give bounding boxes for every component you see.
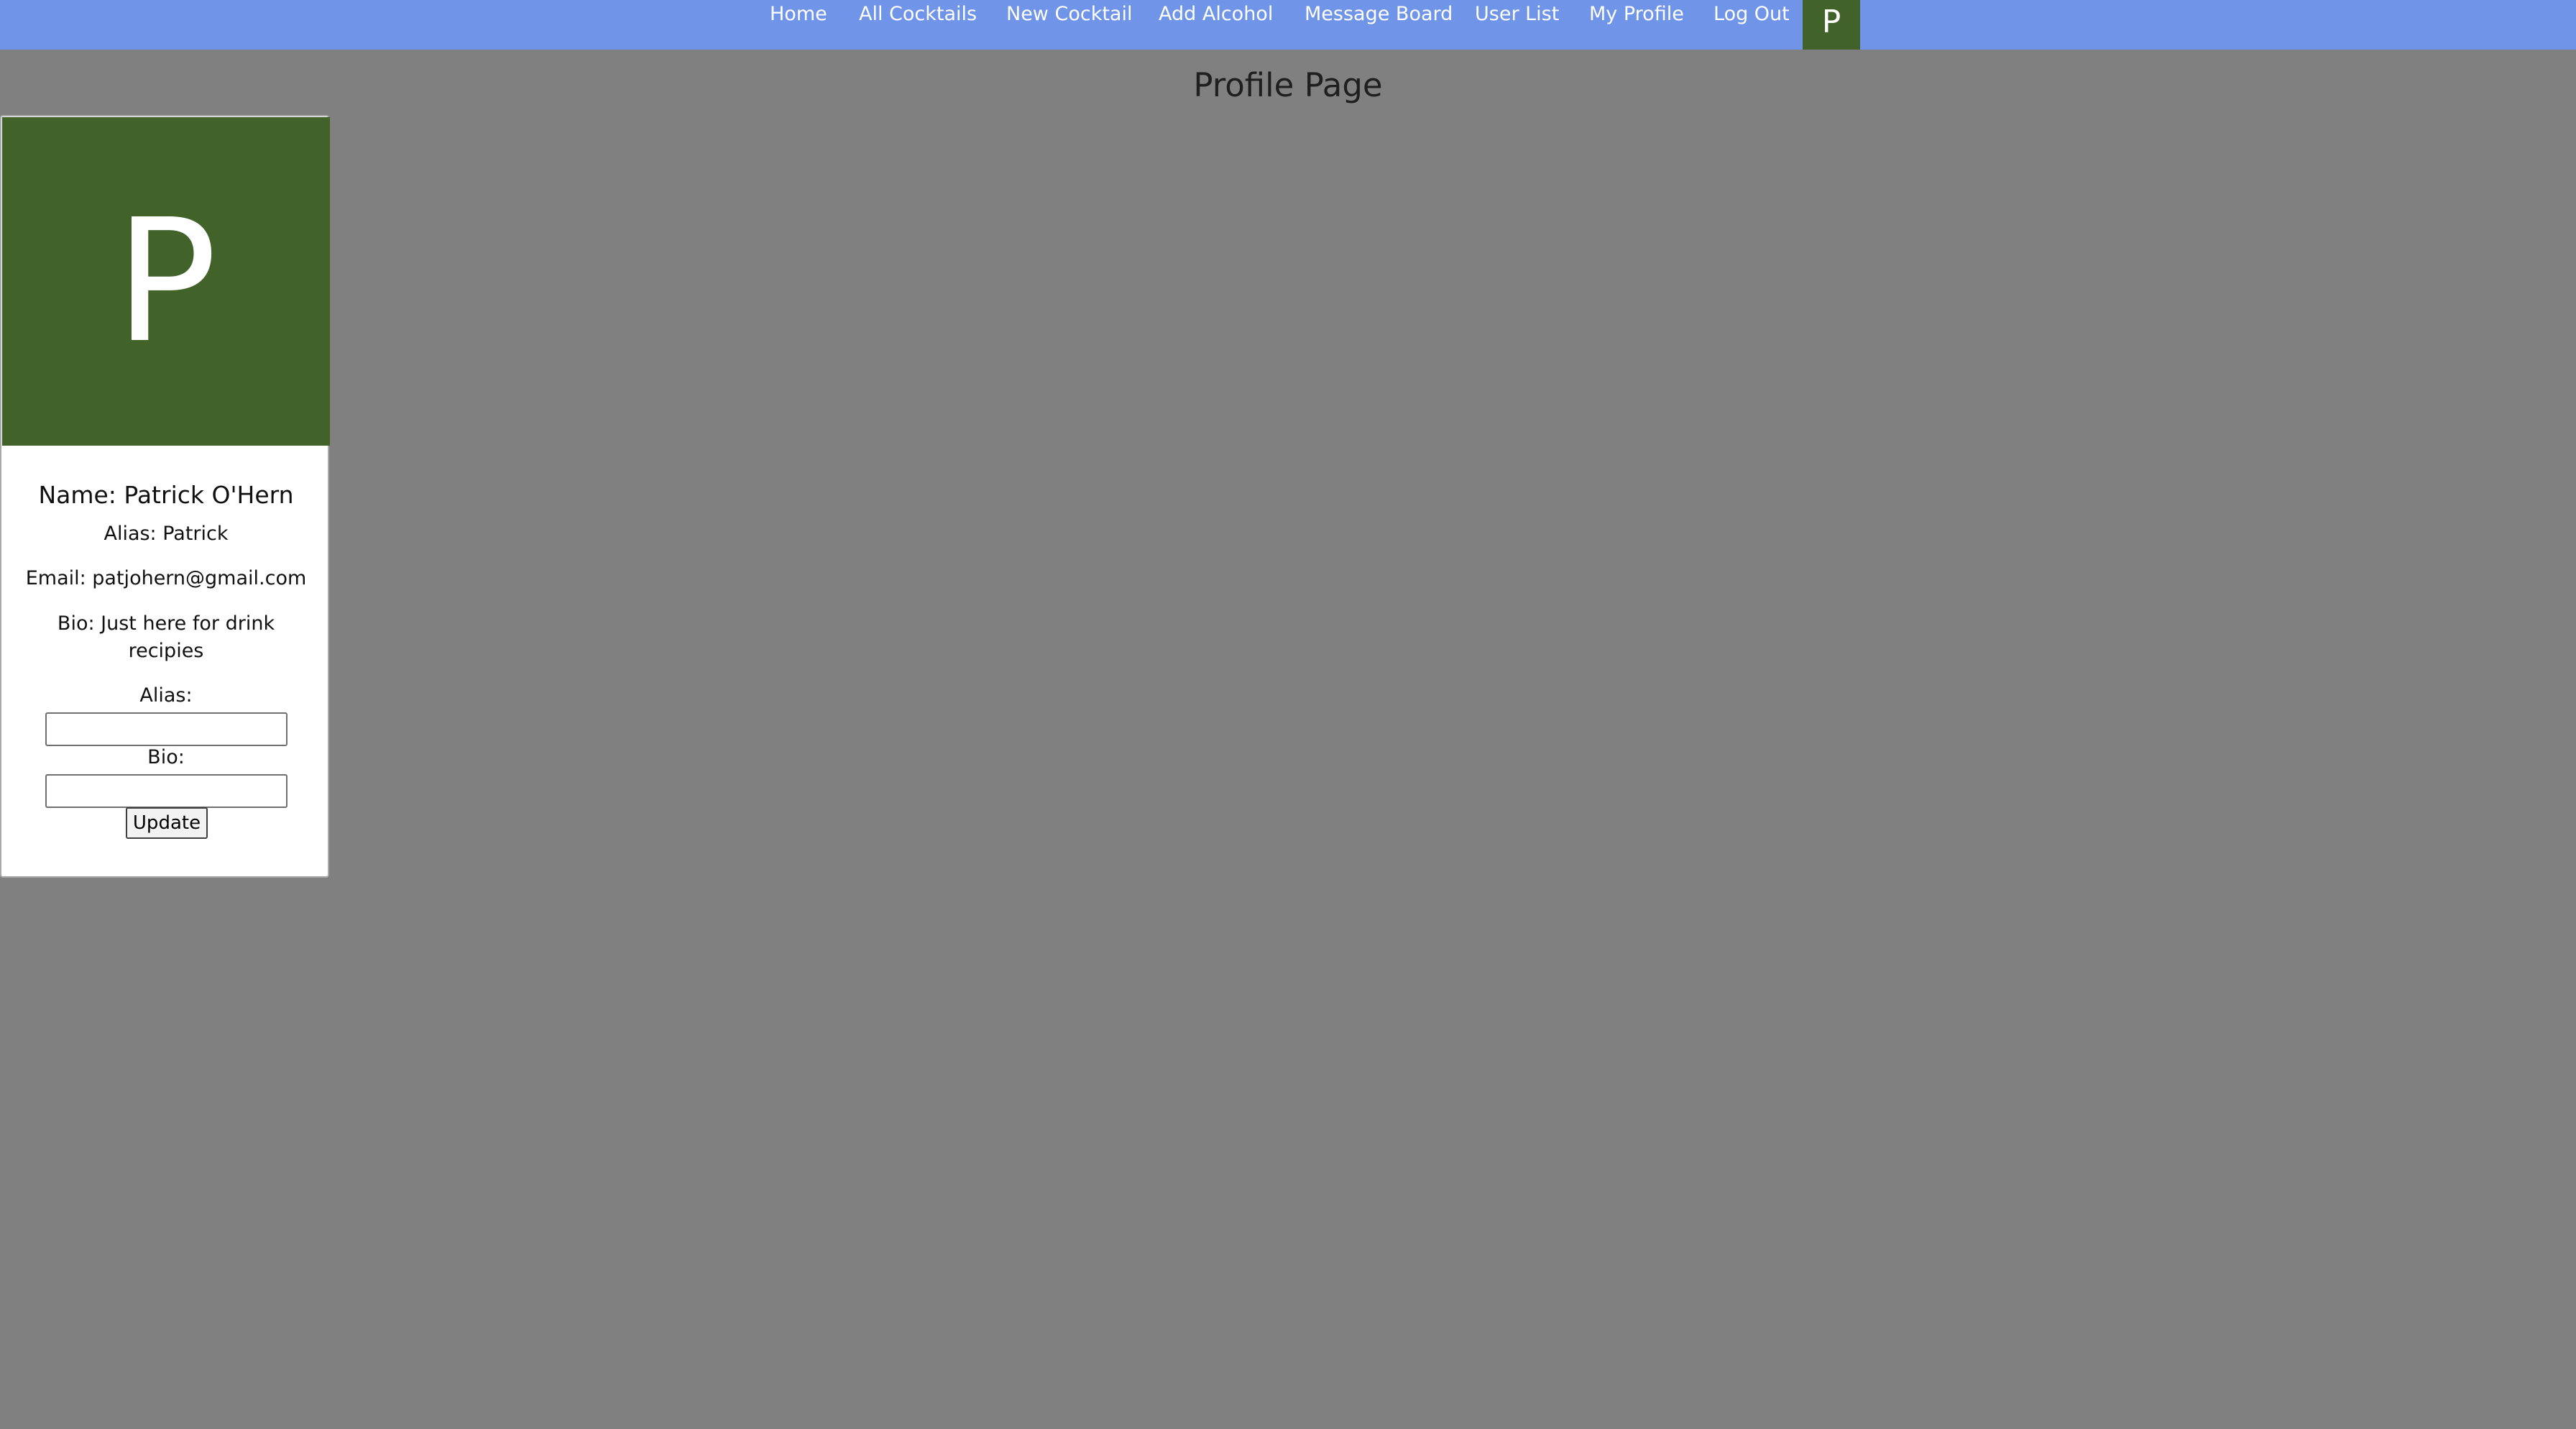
- bio-field-label: Bio:: [147, 746, 185, 768]
- alias-field-label: Alias:: [139, 684, 193, 707]
- nav-item-user-list[interactable]: User List: [1475, 1, 1559, 27]
- profile-bio: Bio: Just here for drink recipies: [57, 612, 275, 662]
- nav-user-avatar[interactable]: P: [1803, 0, 1860, 50]
- profile-email: Email: patjohern@gmail.com: [25, 567, 307, 589]
- nav-item-message-board[interactable]: Message Board: [1305, 1, 1453, 27]
- nav-item-my-profile[interactable]: My Profile: [1589, 1, 1684, 27]
- nav-links: Home All Cocktails New Cocktail Add Alco…: [0, 0, 2576, 50]
- profile-alias: Alias: Patrick: [104, 523, 229, 545]
- update-button[interactable]: Update: [126, 807, 208, 839]
- nav-item-home[interactable]: Home: [770, 1, 827, 27]
- page-title: Profile Page: [1193, 66, 1383, 104]
- alias-input[interactable]: [45, 712, 288, 746]
- bio-input[interactable]: [45, 774, 288, 808]
- profile-card: P Name: Patrick O'Hern Alias: Patrick Em…: [0, 115, 330, 878]
- profile-name: Name: Patrick O'Hern: [38, 481, 294, 509]
- profile-avatar: P: [2, 117, 330, 446]
- nav-item-new-cocktail[interactable]: New Cocktail: [1006, 1, 1132, 27]
- nav-item-log-out[interactable]: Log Out: [1714, 1, 1790, 27]
- nav-item-add-alcohol[interactable]: Add Alcohol: [1159, 1, 1273, 27]
- top-navigation-bar: Home All Cocktails New Cocktail Add Alco…: [0, 0, 2576, 50]
- nav-item-all-cocktails[interactable]: All Cocktails: [859, 1, 977, 27]
